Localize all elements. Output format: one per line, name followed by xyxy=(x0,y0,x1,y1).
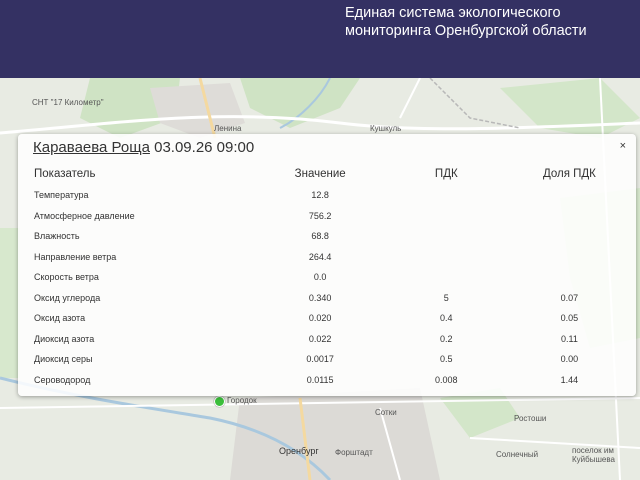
row-pdk xyxy=(384,206,509,227)
column-header: Значение xyxy=(294,168,346,180)
popup-header: Караваева Роща 03.09.26 09:00 xyxy=(33,139,254,156)
row-pdk xyxy=(384,185,509,206)
row-share xyxy=(509,185,630,206)
row-share xyxy=(509,206,630,227)
row-name: Влажность xyxy=(34,231,80,242)
table-row: Атмосферное давление 756.2 xyxy=(30,206,630,227)
map-label-sotki: Сотки xyxy=(375,408,397,417)
row-pdk: 0.5 xyxy=(440,354,453,365)
row-name: Оксид углерода xyxy=(34,292,101,303)
map-label-rostoshi: Ростоши xyxy=(514,414,547,423)
close-button[interactable]: × xyxy=(620,140,626,152)
map-label-solnechny: Солнечный xyxy=(496,450,539,459)
row-value: 0.0115 xyxy=(306,374,334,385)
table-row: Диоксид азота 0.022 0.2 0.11 xyxy=(30,329,630,350)
station-marker[interactable] xyxy=(214,396,225,407)
popup-datetime: 03.09.26 09:00 xyxy=(154,139,255,156)
table-row: Температура 12.8 xyxy=(30,185,630,206)
map-label-kushkul: Кушкуль xyxy=(370,124,402,133)
row-share: 1.44 xyxy=(560,374,579,385)
map-label-lenina: Ленина xyxy=(214,124,242,133)
measurements-table: Показатель Значение ПДК Доля ПДК Темпера… xyxy=(30,163,630,390)
station-name-link[interactable]: Караваева Роща xyxy=(33,139,150,156)
row-share: 0.11 xyxy=(560,333,578,344)
map-label-snt: СНТ "17 Километр" xyxy=(32,98,104,107)
row-share xyxy=(509,247,630,268)
column-header: ПДК xyxy=(434,168,458,180)
row-name: Направление ветра xyxy=(34,251,117,262)
row-share: 0.00 xyxy=(560,354,579,365)
row-share xyxy=(509,226,630,247)
row-pdk: 0.008 xyxy=(435,374,458,385)
row-name: Температура xyxy=(34,190,89,201)
row-name: Диоксид азота xyxy=(34,333,95,344)
row-name: Атмосферное давление xyxy=(34,210,135,221)
row-value: 68.8 xyxy=(311,231,329,242)
row-value: 0.0 xyxy=(313,272,327,283)
table-row: Направление ветра 264.4 xyxy=(30,247,630,268)
row-pdk: 5 xyxy=(443,292,449,303)
row-name: Оксид азота xyxy=(34,313,86,324)
map-label-forshtadt: Форштадт xyxy=(335,448,373,457)
row-pdk xyxy=(384,226,509,247)
table-row: Оксид азота 0.020 0.4 0.05 xyxy=(30,308,630,329)
row-pdk: 0.4 xyxy=(440,313,453,324)
map-label-gorodok: Городок xyxy=(227,396,257,405)
row-value: 12.8 xyxy=(311,190,329,201)
app-title: Единая система экологического мониторинг… xyxy=(345,5,587,39)
row-share: 0.07 xyxy=(560,292,579,303)
row-name: Сероводород xyxy=(34,374,91,385)
row-value: 264.4 xyxy=(308,251,332,262)
table-row: Сероводород 0.0115 0.008 1.44 xyxy=(30,370,630,391)
table-row: Влажность 68.8 xyxy=(30,226,630,247)
column-header: Показатель xyxy=(34,168,96,180)
row-name: Скорость ветра xyxy=(34,272,99,283)
row-value: 756.2 xyxy=(308,210,332,221)
row-pdk xyxy=(384,247,509,268)
column-header: Доля ПДК xyxy=(542,168,596,180)
table-row: Скорость ветра 0.0 xyxy=(30,267,630,288)
row-pdk: 0.2 xyxy=(440,333,453,344)
row-value: 0.020 xyxy=(308,313,332,324)
table-row: Диоксид серы 0.0017 0.5 0.00 xyxy=(30,349,630,370)
station-popup: Караваева Роща 03.09.26 09:00 × Показате… xyxy=(18,134,636,396)
row-value: 0.022 xyxy=(308,333,332,344)
row-share xyxy=(509,267,630,288)
row-pdk xyxy=(384,267,509,288)
row-name: Диоксид серы xyxy=(34,354,93,365)
table-row: Оксид углерода 0.340 5 0.07 xyxy=(30,288,630,309)
row-value: 0.340 xyxy=(308,292,332,303)
map-label-kuybysheva: поселок им Куйбышева xyxy=(572,446,615,464)
map-label-orenburg: Оренбург xyxy=(279,446,319,456)
app-header: Единая система экологического мониторинг… xyxy=(0,0,640,78)
row-value: 0.0017 xyxy=(306,354,334,365)
table-header-row: Показатель Значение ПДК Доля ПДК xyxy=(30,163,630,185)
row-share: 0.05 xyxy=(560,313,579,324)
